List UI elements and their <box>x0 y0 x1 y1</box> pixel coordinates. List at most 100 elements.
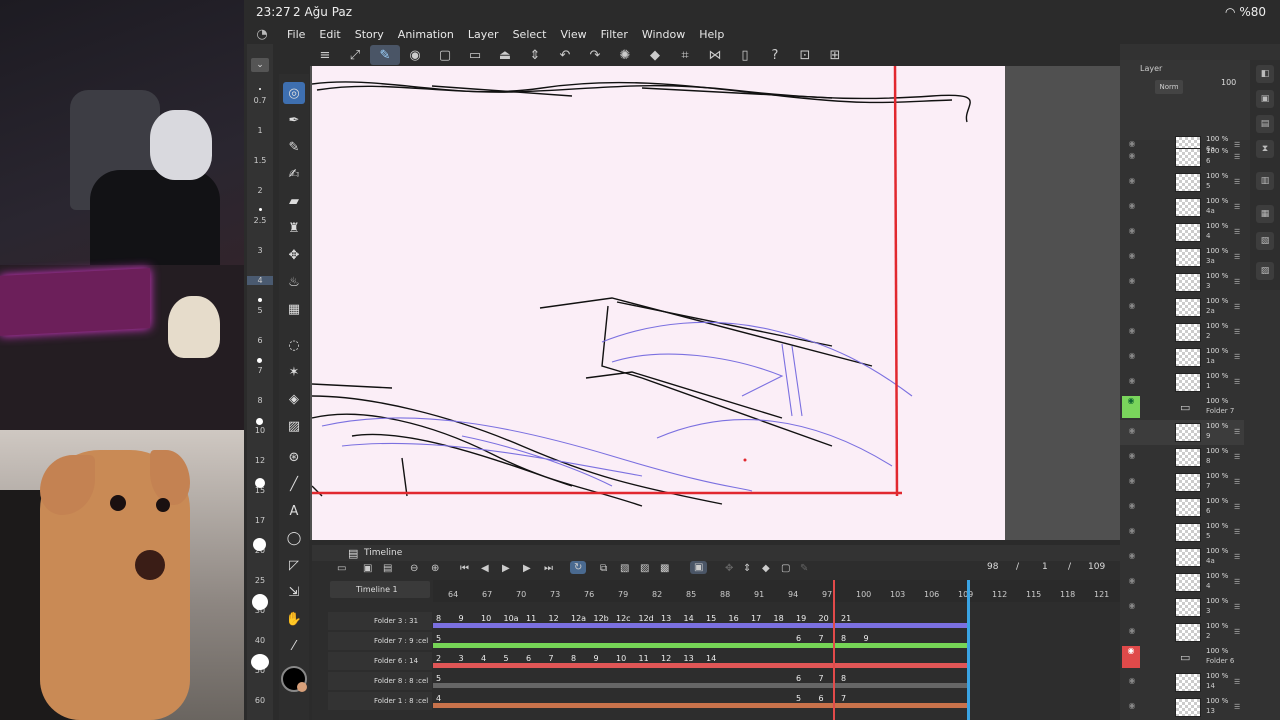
prev-frame-icon[interactable]: ◀ <box>481 563 489 574</box>
specify-cel-icon[interactable]: ▤ <box>383 563 392 574</box>
layer-row[interactable]: ◉ 100 % 8 ☰ <box>1120 445 1244 470</box>
layer-row[interactable]: ◉ 100 % 4a ☰ <box>1120 545 1244 570</box>
cel-number[interactable]: 15 <box>706 614 716 623</box>
visibility-icon[interactable]: ◉ <box>1125 526 1139 538</box>
stepper-icon[interactable]: ⇕ <box>520 45 550 65</box>
folder-row[interactable]: ◉ ▭ 100 % Folder 6 <box>1120 645 1244 670</box>
blend-icon[interactable]: ♨ <box>283 271 305 293</box>
frame-icon[interactable]: ▩ <box>660 563 669 574</box>
layer-menu-icon[interactable]: ☰ <box>1234 703 1240 711</box>
line-icon[interactable]: ╱ <box>283 473 305 495</box>
animation-icon[interactable]: ▨ <box>1256 262 1274 280</box>
cel-number[interactable]: 12 <box>549 614 559 623</box>
gradient-icon[interactable]: ▨ <box>283 415 305 437</box>
redo-icon[interactable]: ↷ <box>580 45 610 65</box>
clear-cel-icon[interactable]: ▢ <box>781 563 790 574</box>
sub-tool-icon[interactable]: ▥ <box>1256 172 1274 190</box>
layer-row[interactable]: ◉ 100 % 3 ☰ <box>1120 595 1244 620</box>
cel-number[interactable]: 3 <box>459 654 464 663</box>
layer-menu-icon[interactable]: ☰ <box>1234 453 1240 461</box>
layer-menu-icon[interactable]: ☰ <box>1234 678 1240 686</box>
cel-number[interactable]: 13 <box>661 614 671 623</box>
layer-menu-icon[interactable]: ☰ <box>1234 253 1240 261</box>
cel-number[interactable]: 7 <box>819 674 824 683</box>
cel-number[interactable]: 7 <box>819 634 824 643</box>
play-icon[interactable]: ▶ <box>502 563 510 574</box>
timeline-track[interactable]: Folder 3 : 31 :cel 8 9 10 10a 11 12 12a 12b 12c 1… <box>328 612 1114 643</box>
layer-menu-icon[interactable]: ☰ <box>1234 303 1240 311</box>
grid-icon[interactable]: ⊞ <box>820 45 850 65</box>
layer-menu-icon[interactable]: ☰ <box>1234 203 1240 211</box>
cel-number[interactable]: 2 <box>436 654 441 663</box>
next-frame-icon[interactable]: ▶ <box>523 563 531 574</box>
visibility-icon[interactable]: ◉ <box>1125 676 1139 688</box>
diamond-icon[interactable]: ◆ <box>762 563 770 574</box>
cel-number[interactable]: 9 <box>594 654 599 663</box>
reference-icon[interactable]: ◉ <box>400 45 430 65</box>
cel-number[interactable]: 7 <box>549 654 554 663</box>
cel-number[interactable]: 19 <box>796 614 806 623</box>
layer-row[interactable]: ◉ 100 % 1 ☰ <box>1120 370 1244 395</box>
layer-menu-icon[interactable]: ☰ <box>1234 553 1240 561</box>
layer-row[interactable]: ◉ 100 % 6 ☰ <box>1120 145 1244 170</box>
cel-number[interactable]: 8 <box>841 674 846 683</box>
visibility-icon[interactable]: ◉ <box>1125 226 1139 238</box>
last-frame-icon[interactable]: ⏭ <box>544 563 553 574</box>
layer-menu-icon[interactable]: ☰ <box>1234 278 1240 286</box>
brush-size-selected[interactable]: 4 <box>247 276 273 285</box>
up-down-icon[interactable]: ⇕ <box>743 563 751 574</box>
smartphone-icon[interactable]: ▯ <box>730 45 760 65</box>
visibility-icon[interactable]: ◉ <box>1125 626 1139 638</box>
brush-size[interactable]: 3 <box>247 246 273 255</box>
cel-number[interactable]: 10 <box>481 614 491 623</box>
menu-view[interactable]: View <box>554 28 594 41</box>
fill-icon[interactable]: ◆ <box>640 45 670 65</box>
visibility-icon[interactable]: ◉ <box>1125 251 1139 263</box>
sub-color-swatch[interactable] <box>297 682 307 692</box>
flip-icon[interactable]: ⋈ <box>700 45 730 65</box>
color-picker-icon[interactable]: ⁄ <box>283 635 305 657</box>
lasso-icon[interactable]: ◌ <box>283 334 305 356</box>
brush-size[interactable]: 0.7 <box>247 96 273 105</box>
cel-number[interactable]: 5 <box>436 674 441 683</box>
pen-icon[interactable]: ✒ <box>283 109 305 131</box>
eyedropper-icon[interactable]: ⊛ <box>283 446 305 468</box>
layer-row[interactable]: ◉ 100 % 4 ☰ <box>1120 570 1244 595</box>
menu-window[interactable]: Window <box>635 28 692 41</box>
visibility-icon[interactable]: ◉ <box>1122 646 1140 668</box>
brush-size[interactable]: 5 <box>247 306 273 315</box>
menu-filter[interactable]: Filter <box>594 28 635 41</box>
brush-size[interactable]: 8 <box>247 396 273 405</box>
menu-story[interactable]: Story <box>348 28 391 41</box>
brush-size[interactable]: 2 <box>247 186 273 195</box>
layer-opacity[interactable]: 100 <box>1221 78 1236 87</box>
decoration-icon[interactable]: ♜ <box>283 217 305 239</box>
eraser-icon[interactable]: ▰ <box>283 190 305 212</box>
visibility-icon[interactable]: ◉ <box>1125 326 1139 338</box>
layer-row[interactable]: ◉ 100 % 2 ☰ <box>1120 620 1244 645</box>
menu-file[interactable]: File <box>280 28 312 41</box>
resize-icon[interactable]: ⤢ <box>340 45 370 65</box>
layer-menu-icon[interactable]: ☰ <box>1234 503 1240 511</box>
enable-onion-icon[interactable]: ▣ <box>690 561 708 574</box>
open-folder-icon[interactable]: ▭ <box>460 45 490 65</box>
brush-size[interactable]: 17 <box>247 516 273 525</box>
visibility-icon[interactable]: ◉ <box>1125 426 1139 438</box>
brush-size[interactable]: 25 <box>247 576 273 585</box>
layer-row[interactable]: ◉ 100 % 4 ☰ <box>1120 220 1244 245</box>
cel-number[interactable]: 18 <box>774 614 784 623</box>
playhead[interactable] <box>833 580 835 720</box>
cel-number[interactable]: 8 <box>571 654 576 663</box>
layer-row[interactable]: ◉ 100 % 3a ☰ <box>1120 245 1244 270</box>
cel-number[interactable]: 12b <box>594 614 609 623</box>
layer-tab[interactable]: Layer <box>1140 64 1200 78</box>
cel-number[interactable]: 6 <box>819 694 824 703</box>
layer-row[interactable]: ◉ 100 % 13 ☰ <box>1120 695 1244 720</box>
cel-number[interactable]: 10 <box>616 654 626 663</box>
tool-property-icon[interactable]: ▦ <box>1256 205 1274 223</box>
cel-number[interactable]: 12c <box>616 614 631 623</box>
cel-number[interactable]: 4 <box>481 654 486 663</box>
layer-menu-icon[interactable]: ☰ <box>1234 228 1240 236</box>
size-dropdown-icon[interactable]: ⌄ <box>251 58 269 72</box>
cel-number[interactable]: 8 <box>841 634 846 643</box>
